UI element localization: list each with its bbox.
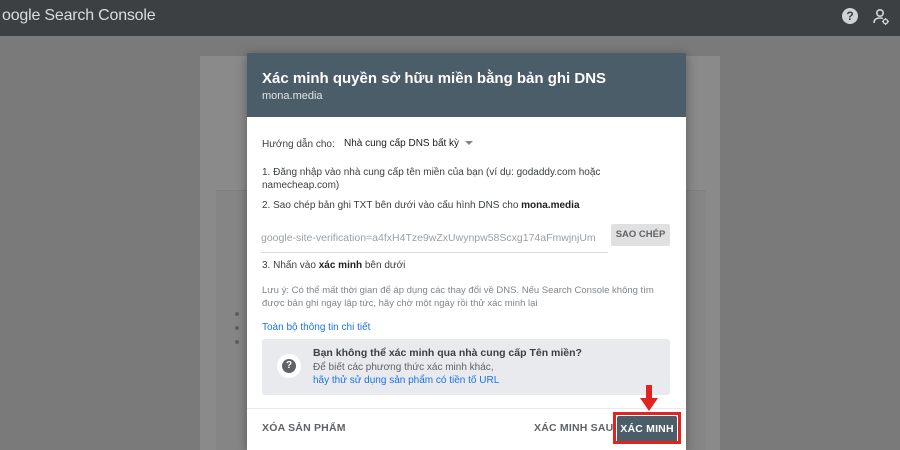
step-3-prefix: 3. Nhấn vào: [262, 260, 319, 271]
copy-button[interactable]: SAO CHÉP: [611, 224, 670, 246]
url-prefix-link[interactable]: hãy thử sử dụng sản phẩm có tiền tố URL: [313, 375, 499, 386]
top-app-bar: oogle Search Console ?: [0, 0, 900, 36]
remove-property-button[interactable]: XÓA SẢN PHẨM: [262, 422, 346, 434]
app-brand[interactable]: oogle Search Console: [2, 7, 156, 25]
dns-provider-value: Nhà cung cấp DNS bất kỳ: [344, 138, 460, 149]
info-text: Để biết các phương thức xác minh khác,: [313, 362, 494, 373]
step-3: 3. Nhấn vào xác minh bên dưới: [262, 259, 405, 272]
step-2-text: 2. Sao chép bản ghi TXT bên dưới vào cấu…: [262, 200, 522, 211]
dialog-title: Xác minh quyền sở hữu miền bằng bản ghi …: [262, 70, 607, 87]
background-bullet: [235, 312, 239, 316]
step-2: 2. Sao chép bản ghi TXT bên dưới vào cấu…: [262, 199, 580, 212]
background-bullet: [235, 326, 239, 330]
step-2-domain: mona.media: [521, 200, 580, 211]
step-3-suffix: bên dưới: [362, 260, 406, 271]
info-title: Bạn không thể xác minh qua nhà cung cấp …: [313, 347, 582, 359]
verify-later-button[interactable]: XÁC MINH SAU: [534, 422, 613, 434]
background-bullet: [235, 340, 239, 344]
account-settings-icon[interactable]: [872, 8, 890, 26]
guide-label: Hướng dẫn cho:: [262, 139, 335, 150]
step-3-bold: xác minh: [318, 260, 363, 271]
dns-verification-dialog: Xác minh quyền sở hữu miền bằng bản ghi …: [247, 53, 686, 450]
txt-record-field[interactable]: google-site-verification=a4fxH4Tze9wZxUw…: [261, 223, 608, 253]
dialog-header: Xác minh quyền sở hữu miền bằng bản ghi …: [247, 53, 686, 117]
help-icon[interactable]: ?: [842, 8, 858, 24]
dialog-subtitle: mona.media: [262, 90, 323, 102]
dns-provider-select[interactable]: Nhà cung cấp DNS bất kỳ: [344, 138, 474, 149]
question-icon: ?: [277, 354, 301, 378]
footer-divider: [247, 408, 686, 409]
alternative-method-box: ? Bạn không thể xác minh qua nhà cung cấ…: [262, 339, 670, 395]
highlight-box: [613, 412, 681, 444]
chevron-down-icon: [465, 141, 474, 146]
arrow-down-icon: [640, 385, 658, 411]
step-1: 1. Đăng nhập vào nhà cung cấp tên miền c…: [262, 167, 601, 191]
dns-note: Lưu ý: Có thể mất thời gian để áp dụng c…: [262, 285, 654, 309]
full-details-link[interactable]: Toàn bộ thông tin chi tiết: [262, 322, 370, 333]
